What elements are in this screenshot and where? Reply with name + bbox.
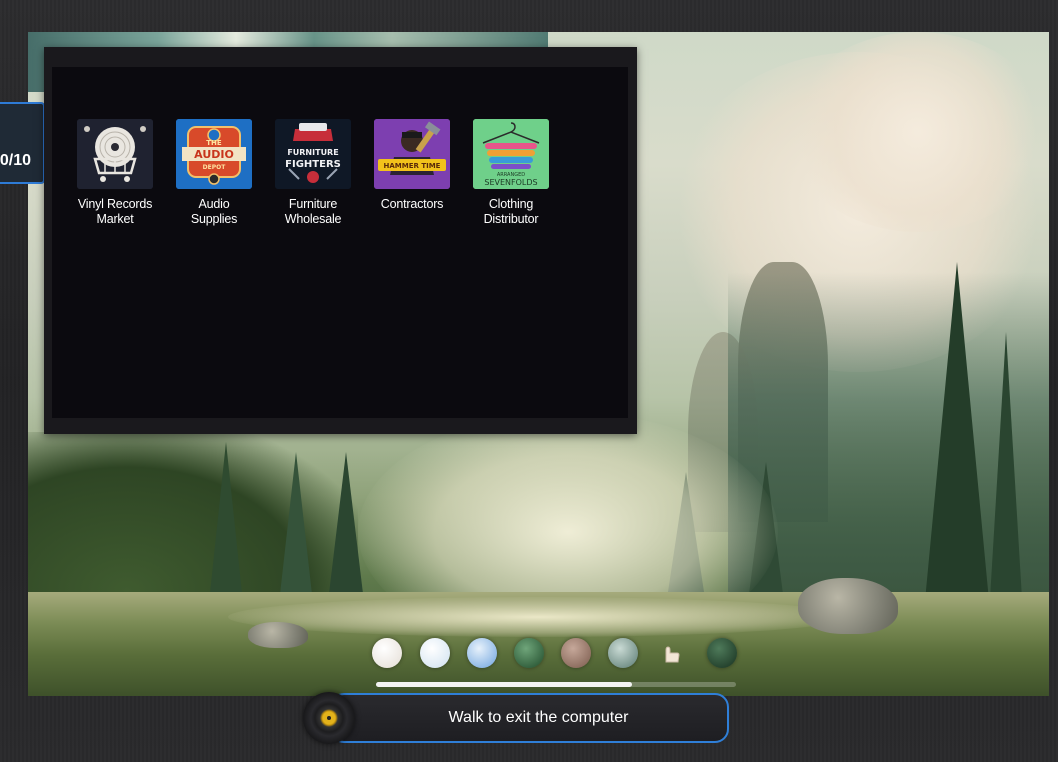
blue-cup-icon[interactable] — [467, 638, 497, 668]
audio-depot-logo-icon: THE AUDIO DEPOT — [176, 119, 252, 189]
app-icon-clothing-distributor[interactable]: ARRANGED SEVENFOLDS Clothing Distributor — [466, 119, 556, 227]
app-icon-furniture-wholesale[interactable]: FURNITURE FIGHTERS Furniture Wholesale — [268, 119, 358, 227]
sevenfolds-hanger-logo-icon: ARRANGED SEVENFOLDS — [473, 119, 549, 189]
desktop-app-window: Vinyl Records Market THE AUDIO DEPOT Aud… — [44, 47, 637, 434]
wallpaper-pine-tree — [278, 452, 314, 612]
furniture-fighters-logo-icon: FURNITURE FIGHTERS — [275, 119, 351, 189]
wallpaper-rock — [248, 622, 308, 648]
progress-counter-text: 0/10 — [0, 152, 31, 169]
dark-green-orb-icon[interactable] — [707, 638, 737, 668]
white-orb-icon[interactable] — [372, 638, 402, 668]
green-leaf-icon[interactable] — [514, 638, 544, 668]
app-grid-area: Vinyl Records Market THE AUDIO DEPOT Aud… — [52, 67, 628, 418]
wallpaper-pine-tree — [923, 262, 991, 622]
audio-logo-sub-text: DEPOT — [203, 164, 227, 171]
app-icon-label: Furniture Wholesale — [284, 197, 342, 226]
app-icon-vinyl-records-market[interactable]: Vinyl Records Market — [70, 119, 160, 227]
interaction-prompt-bar: Walk to exit the computer — [330, 693, 729, 743]
glass-orb-icon[interactable] — [420, 638, 450, 668]
furniture-logo-main-text: FURNITURE — [287, 148, 338, 157]
brown-orb-icon[interactable] — [561, 638, 591, 668]
vinyl-record-icon — [303, 692, 355, 744]
dock-bar — [370, 636, 742, 672]
contractors-logo-text: HAMMER TIME — [384, 162, 441, 170]
app-icon-label: Contractors — [380, 197, 444, 211]
wallpaper-pine-tree — [328, 452, 364, 602]
app-icon-audio-supplies[interactable]: THE AUDIO DEPOT Audio Supplies — [169, 119, 259, 227]
teal-orb-icon[interactable] — [608, 638, 638, 668]
wallpaper-pine-tree — [208, 442, 244, 612]
clothing-logo-main-text: SEVENFOLDS — [484, 178, 537, 187]
hand-cursor-icon[interactable] — [655, 638, 685, 668]
app-icon-label: Vinyl Records Market — [77, 197, 153, 226]
wallpaper-cloud — [788, 32, 1048, 232]
dock-progress-track — [376, 682, 736, 687]
wallpaper-pine-tree — [988, 332, 1024, 632]
app-icon-contractors[interactable]: HAMMER TIME Contractors — [367, 119, 457, 212]
app-icon-label: Audio Supplies — [190, 197, 238, 226]
interaction-prompt-text: Walk to exit the computer — [448, 709, 629, 726]
furniture-logo-sub-text: FIGHTERS — [285, 159, 341, 170]
hammer-time-logo-icon: HAMMER TIME — [374, 119, 450, 189]
dock-progress-fill — [376, 682, 632, 687]
app-icon-label: Clothing Distributor — [483, 197, 539, 226]
wallpaper-lake — [228, 597, 848, 637]
vinyl-cart-icon — [77, 119, 153, 189]
progress-counter-panel: 0/10 — [0, 102, 45, 184]
wallpaper-rock — [798, 578, 898, 634]
audio-logo-main-text: AUDIO — [194, 148, 234, 161]
audio-logo-top-text: THE — [206, 139, 222, 147]
